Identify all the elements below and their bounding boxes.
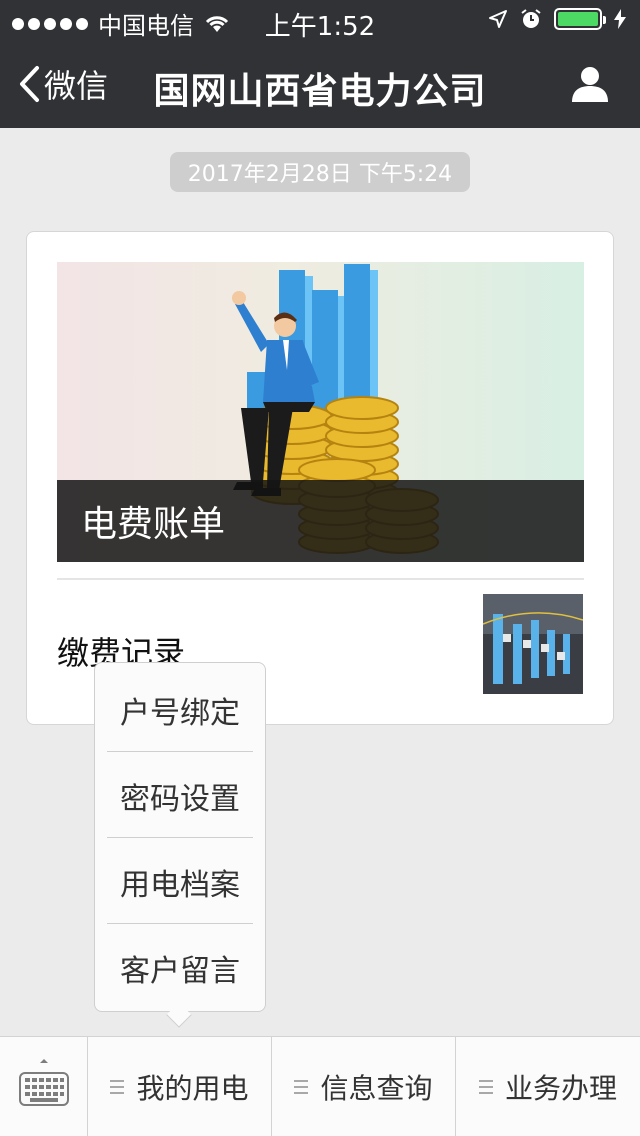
- page-title: 国网山西省电力公司: [153, 71, 487, 112]
- menu-lines-icon: [478, 1080, 493, 1094]
- menu-item-bind-account[interactable]: 户号绑定: [107, 667, 253, 753]
- menu-item-usage-records[interactable]: 用电档案: [107, 839, 253, 925]
- menu-divider: [107, 923, 253, 924]
- card-divider: [57, 578, 584, 580]
- article-card[interactable]: 电费账单 缴费记录: [26, 231, 614, 725]
- tab-label: 信息查询: [320, 1072, 433, 1105]
- nav-bar: 微信 国网山西省电力公司: [0, 40, 640, 128]
- charging-bolt-icon: [614, 9, 626, 29]
- battery-icon: [554, 8, 606, 30]
- tab-info-query[interactable]: 信息查询: [272, 1037, 456, 1136]
- tab-label: 业务办理: [504, 1072, 617, 1105]
- alarm-clock-icon: [521, 9, 541, 28]
- location-arrow-icon: [489, 10, 507, 28]
- tab-business-services[interactable]: 业务办理: [456, 1037, 640, 1136]
- tab-my-electricity[interactable]: 我的用电: [88, 1037, 272, 1136]
- keyboard-toggle-button[interactable]: [0, 1037, 88, 1136]
- keyboard-icon: [19, 1059, 69, 1106]
- thumbnail-image: [483, 594, 583, 694]
- bottom-menu-bar: 我的用电 信息查询 业务办理: [0, 1036, 640, 1136]
- status-bar: 中国电信 上午1:52: [0, 0, 640, 42]
- popup-menu: 户号绑定 密码设置 用电档案 客户留言: [94, 662, 266, 1012]
- message-timestamp: 2017年2月28日 下午5:24: [170, 152, 470, 192]
- menu-lines-icon: [294, 1080, 309, 1094]
- cover-title: 电费账单: [57, 480, 584, 562]
- cover-image[interactable]: 电费账单: [57, 262, 584, 562]
- menu-divider: [107, 751, 253, 752]
- status-right: [488, 8, 626, 30]
- sub-article-thumbnail[interactable]: [483, 594, 583, 694]
- menu-divider: [107, 837, 253, 838]
- menu-lines-icon: [110, 1080, 125, 1094]
- menu-item-password-settings[interactable]: 密码设置: [107, 753, 253, 839]
- menu-item-customer-message[interactable]: 客户留言: [107, 925, 253, 1011]
- top-bar: 中国电信 上午1:52 微信 国网山西省电力公司: [0, 0, 640, 128]
- tab-label: 我的用电: [136, 1072, 249, 1105]
- person-icon[interactable]: [570, 64, 610, 104]
